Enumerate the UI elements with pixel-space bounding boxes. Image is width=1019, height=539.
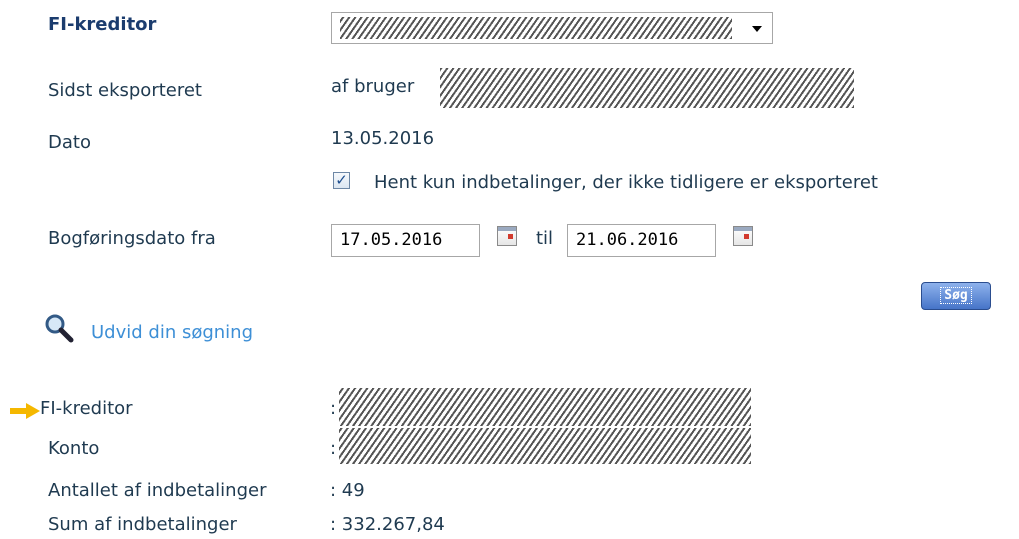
result-colon: : bbox=[330, 398, 337, 419]
af-bruger-text: af bruger bbox=[331, 76, 415, 97]
fi-kreditor-select[interactable] bbox=[331, 12, 773, 44]
bogforingsdato-label: Bogføringsdato fra bbox=[48, 228, 216, 249]
calendar-icon[interactable] bbox=[497, 226, 517, 246]
arrow-right-icon bbox=[10, 403, 40, 419]
dato-value: 13.05.2016 bbox=[331, 128, 435, 149]
calendar-icon[interactable] bbox=[733, 226, 753, 246]
checkbox-label: Hent kun indbetalinger, der ikke tidlige… bbox=[374, 172, 878, 193]
sum-label: Sum af indbetalinger bbox=[48, 514, 237, 535]
result-colon: : bbox=[330, 438, 337, 459]
dato-label: Dato bbox=[48, 132, 91, 153]
redacted-user bbox=[440, 68, 854, 108]
sidst-eksporteret-label: Sidst eksporteret bbox=[48, 80, 202, 101]
redacted-value bbox=[340, 17, 732, 39]
til-label: til bbox=[536, 228, 554, 249]
antallet-label: Antallet af indbetalinger bbox=[48, 480, 267, 501]
sum-value: : 332.267,84 bbox=[330, 514, 445, 535]
exported-only-checkbox[interactable]: ✓ bbox=[333, 172, 350, 189]
redacted-konto bbox=[339, 428, 751, 464]
redacted-fi-kreditor bbox=[339, 388, 751, 426]
date-from-input[interactable]: 17.05.2016 bbox=[331, 224, 480, 257]
result-fi-kreditor-label: FI-kreditor bbox=[40, 398, 133, 419]
search-button-label: Søg bbox=[940, 287, 972, 304]
expand-search-link[interactable]: Udvid din søgning bbox=[91, 322, 253, 343]
date-to-input[interactable]: 21.06.2016 bbox=[567, 224, 716, 257]
fi-kreditor-label: FI-kreditor bbox=[48, 14, 157, 35]
antallet-value: : 49 bbox=[330, 480, 365, 501]
chevron-down-icon[interactable] bbox=[752, 26, 762, 32]
result-konto-label: Konto bbox=[48, 438, 100, 459]
search-button[interactable]: Søg bbox=[921, 282, 991, 310]
magnifier-icon bbox=[45, 314, 74, 343]
